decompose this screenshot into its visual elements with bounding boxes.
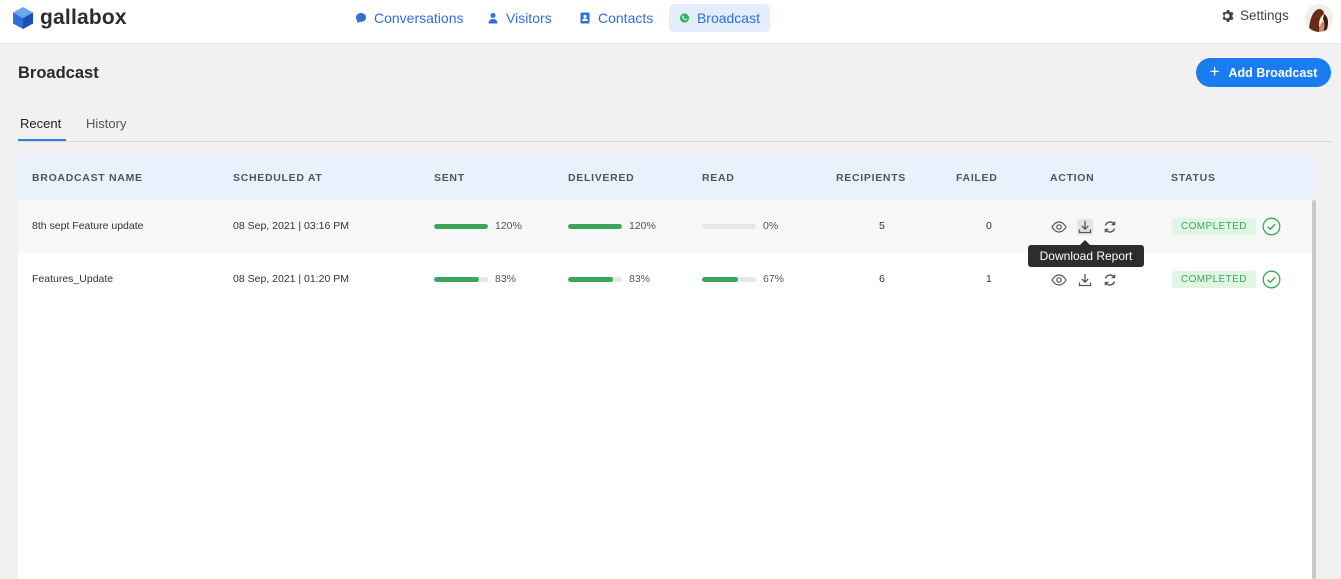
read-progress-bar: [702, 224, 756, 229]
nav-label: Conversations: [374, 10, 464, 26]
rerun-action-button[interactable]: [1102, 219, 1118, 235]
check-circle-icon: [1262, 270, 1281, 289]
download-icon: [1078, 221, 1092, 234]
check-circle-icon: [1262, 217, 1281, 236]
nav-contacts[interactable]: Contacts: [569, 4, 663, 32]
whatsapp-icon: [679, 13, 690, 23]
add-broadcast-button[interactable]: + Add Broadcast: [1196, 58, 1331, 87]
gear-icon: [1222, 9, 1234, 22]
status-badge: COMPLETED: [1172, 218, 1256, 235]
active-tab-indicator: [18, 139, 66, 141]
refresh-icon: [1104, 274, 1116, 286]
column-header-recipients[interactable]: RECIPIENTS: [836, 172, 906, 184]
status-badge: COMPLETED: [1172, 271, 1256, 288]
column-header-scheduled-at[interactable]: SCHEDULED AT: [233, 172, 322, 184]
tab-recent[interactable]: Recent: [20, 116, 61, 131]
user-icon: [488, 13, 498, 24]
add-broadcast-label: Add Broadcast: [1228, 65, 1318, 80]
read-percent: 67%: [763, 273, 785, 285]
top-navigation-bar: gallabox Conversations Visitors Contacts…: [0, 0, 1341, 44]
scheduled-at: 08 Sep, 2021 | 01:20 PM: [233, 273, 349, 285]
download-report-button[interactable]: [1077, 272, 1093, 288]
rerun-action-button[interactable]: [1102, 272, 1118, 288]
contact-book-icon: [580, 12, 590, 24]
nav-broadcast[interactable]: Broadcast: [669, 4, 770, 32]
column-header-broadcast-name[interactable]: BROADCAST NAME: [32, 172, 143, 184]
read-percent: 0%: [763, 220, 779, 232]
table-header: BROADCAST NAME SCHEDULED AT SENT DELIVER…: [18, 156, 1314, 200]
user-avatar[interactable]: [1305, 4, 1333, 32]
delivered-progress-bar: [568, 224, 622, 229]
view-action-button[interactable]: [1051, 219, 1067, 235]
eye-icon: [1051, 221, 1067, 233]
avatar-image: [1305, 4, 1333, 32]
plus-icon: +: [1209, 61, 1220, 81]
settings-label: Settings: [1240, 8, 1289, 23]
delivered-percent: 120%: [629, 220, 656, 232]
eye-icon: [1051, 274, 1067, 286]
scheduled-at: 08 Sep, 2021 | 03:16 PM: [233, 220, 349, 232]
broadcast-tabs: Recent History: [18, 110, 1332, 142]
failed-count: 1: [986, 273, 992, 285]
view-action-button[interactable]: [1051, 272, 1067, 288]
brand-name: gallabox: [40, 6, 127, 29]
table-scrollbar[interactable]: [1312, 200, 1316, 579]
download-icon: [1078, 274, 1092, 287]
nav-conversations[interactable]: Conversations: [345, 4, 474, 32]
nav-label: Contacts: [598, 10, 654, 26]
chat-bubble-icon: [356, 13, 366, 23]
sent-progress-fill: [434, 277, 479, 282]
refresh-icon: [1104, 221, 1116, 233]
broadcast-name[interactable]: Features_Update: [32, 273, 113, 285]
nav-visitors[interactable]: Visitors: [477, 4, 562, 32]
column-header-sent[interactable]: SENT: [434, 172, 465, 184]
sent-progress-bar: [434, 224, 488, 229]
sent-progress-fill: [434, 224, 488, 229]
recipients-count: 6: [879, 273, 885, 285]
column-header-status[interactable]: STATUS: [1171, 172, 1216, 184]
column-header-delivered[interactable]: DELIVERED: [568, 172, 634, 184]
column-header-failed[interactable]: FAILED: [956, 172, 998, 184]
column-header-action: ACTION: [1050, 172, 1095, 184]
sent-progress-bar: [434, 277, 488, 282]
cube-logo-icon: [13, 7, 33, 29]
column-header-read[interactable]: READ: [702, 172, 735, 184]
brand-logo[interactable]: gallabox: [12, 5, 127, 31]
recipients-count: 5: [879, 220, 885, 232]
broadcast-name[interactable]: 8th sept Feature update: [32, 220, 144, 232]
sent-percent: 83%: [495, 273, 517, 285]
failed-count: 0: [986, 220, 992, 232]
page-title: Broadcast: [18, 64, 99, 82]
delivered-progress-fill: [568, 224, 622, 229]
download-report-tooltip: Download Report: [1028, 240, 1144, 267]
broadcast-table: BROADCAST NAME SCHEDULED AT SENT DELIVER…: [18, 156, 1314, 579]
nav-label: Visitors: [506, 10, 552, 26]
download-report-button[interactable]: [1077, 219, 1093, 235]
settings-link[interactable]: Settings: [1220, 8, 1289, 23]
nav-label: Broadcast: [696, 10, 760, 26]
delivered-progress-bar: [568, 277, 622, 282]
delivered-progress-fill: [568, 277, 613, 282]
read-progress-fill: [702, 277, 739, 282]
sent-percent: 120%: [495, 220, 522, 232]
delivered-percent: 83%: [629, 273, 651, 285]
read-progress-bar: [702, 277, 756, 282]
tab-history[interactable]: History: [86, 116, 126, 131]
